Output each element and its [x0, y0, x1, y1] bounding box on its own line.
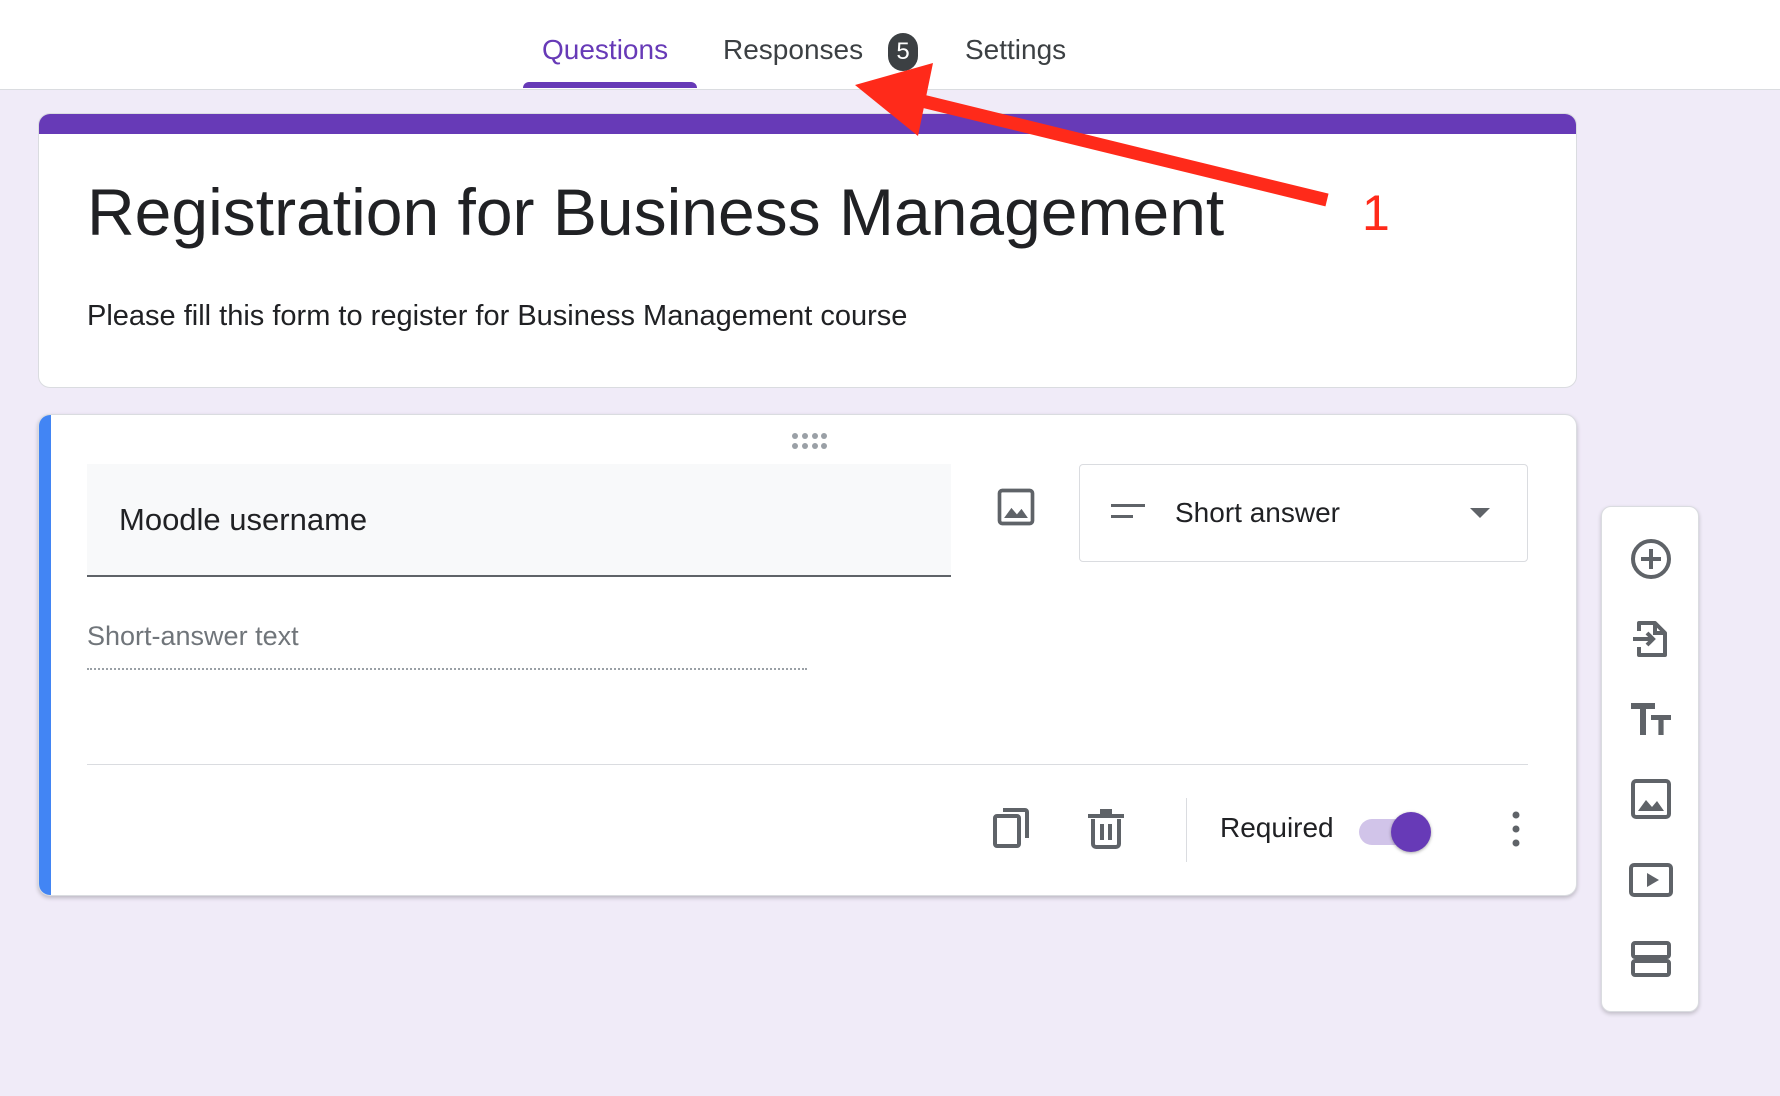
add-section-icon[interactable] [1627, 935, 1675, 983]
question-type-dropdown[interactable]: Short answer [1079, 464, 1528, 562]
short-answer-icon [1111, 504, 1145, 518]
delete-icon[interactable] [1082, 804, 1130, 852]
floating-toolbar [1601, 506, 1699, 1012]
toggle-knob [1391, 812, 1431, 852]
import-questions-icon[interactable] [1627, 615, 1675, 663]
add-question-icon[interactable] [1627, 535, 1675, 583]
answer-underline [87, 668, 807, 670]
add-image-icon[interactable] [1627, 775, 1675, 823]
form-description[interactable]: Please fill this form to register for Bu… [87, 300, 907, 333]
required-toggle[interactable] [1357, 810, 1433, 854]
add-video-icon[interactable] [1627, 855, 1675, 903]
top-navigation-bar: Questions Responses 5 Settings [0, 0, 1780, 90]
more-options-icon[interactable] [1504, 805, 1528, 853]
question-footer-divider [87, 764, 1528, 765]
annotation-number: 1 [1362, 185, 1390, 241]
question-type-label: Short answer [1175, 497, 1340, 528]
add-image-icon[interactable] [994, 485, 1038, 529]
form-title[interactable]: Registration for Business Management [87, 174, 1224, 250]
active-tab-indicator [523, 82, 697, 88]
active-question-indicator [39, 415, 51, 895]
footer-separator [1186, 798, 1187, 862]
answer-placeholder: Short-answer text [87, 621, 299, 651]
form-header-card[interactable]: Registration for Business Management Ple… [38, 113, 1577, 388]
tab-questions[interactable]: Questions [542, 34, 668, 66]
tab-settings[interactable]: Settings [965, 34, 1066, 66]
tab-responses[interactable]: Responses [723, 34, 863, 66]
question-title: Moodle username [119, 502, 368, 537]
add-title-and-description-icon[interactable] [1627, 695, 1675, 743]
question-card[interactable]: Moodle username Short answer Short-answe… [38, 414, 1577, 896]
question-title-field[interactable]: Moodle username [87, 464, 951, 577]
theme-color-band [39, 114, 1576, 134]
required-label: Required [1220, 812, 1334, 843]
duplicate-icon[interactable] [987, 804, 1035, 852]
chevron-down-icon [1470, 508, 1490, 518]
responses-count-badge: 5 [888, 33, 918, 71]
drag-handle-icon[interactable] [791, 431, 827, 451]
